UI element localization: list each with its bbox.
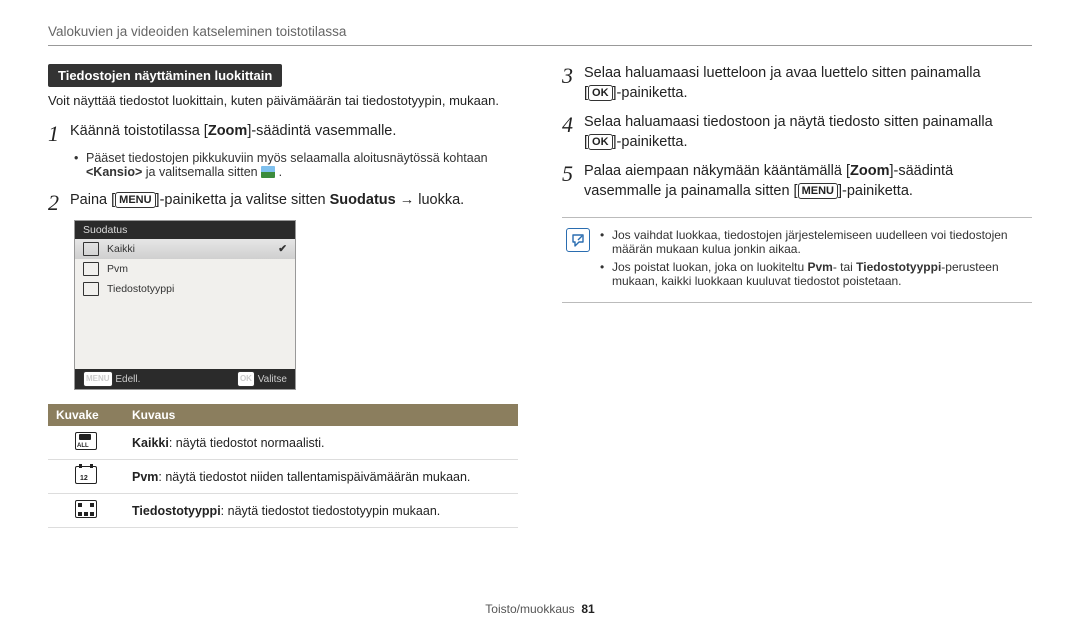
- menu-button-icon: MENU: [83, 371, 113, 387]
- arrow-icon: →: [396, 192, 419, 208]
- note-bold: Tiedostotyyppi: [856, 260, 941, 274]
- step-text: ]-säädintä: [889, 163, 953, 179]
- note-text: - tai: [833, 260, 856, 274]
- menu-row-selected: Kaikki ✔: [75, 239, 295, 259]
- step-2: 2 Paina [MENU]-painiketta ja valitse sit…: [48, 191, 518, 214]
- section-intro: Voit näyttää tiedostot luokittain, kuten…: [48, 93, 518, 108]
- step-number: 5: [562, 162, 584, 185]
- step-text: ]-painiketta.: [838, 183, 913, 199]
- filetype-icon: [75, 500, 97, 518]
- step-1-sub: • Pääset tiedostojen pikkukuviin myös se…: [74, 151, 518, 179]
- step-number: 1: [48, 122, 70, 145]
- menu-row-label: Tiedostotyyppi: [107, 283, 174, 295]
- all-icon: [75, 432, 97, 450]
- table-header: Kuvake: [48, 404, 124, 426]
- calendar-icon: [83, 262, 99, 276]
- ok-button-icon: OK: [237, 371, 255, 387]
- sub-bold: <Kansio>: [86, 165, 142, 179]
- row-desc: : näytä tiedostot normaalisti.: [169, 436, 325, 450]
- note-text: Jos vaihdat luokkaa, tiedostojen järjest…: [612, 228, 1028, 256]
- note-bold: Pvm: [807, 260, 832, 274]
- step-bold: Suodatus: [330, 192, 396, 208]
- icon-description-table: Kuvake Kuvaus Kaikki: näytä tiedostot no…: [48, 404, 518, 528]
- step-4: 4 Selaa haluamaasi tiedostoon ja näytä t…: [562, 113, 1032, 152]
- sub-text: Pääset tiedostojen pikkukuviin myös sela…: [86, 151, 488, 165]
- menu-button-icon: MENU: [798, 183, 838, 199]
- step-text: ]-painiketta ja valitse sitten: [156, 192, 330, 208]
- ok-button-icon: OK: [588, 134, 613, 150]
- step-bold: Zoom: [208, 123, 247, 139]
- menu-row-label: Kaikki: [107, 243, 135, 255]
- step-number: 2: [48, 191, 70, 214]
- section-title: Tiedostojen näyttäminen luokittain: [48, 64, 282, 87]
- row-desc: : näytä tiedostot niiden tallentamispäiv…: [158, 470, 470, 484]
- step-text: Selaa haluamaasi luetteloon ja avaa luet…: [584, 65, 981, 81]
- table-header: Kuvaus: [124, 404, 518, 426]
- table-row: Tiedostotyyppi: näytä tiedostot tiedosto…: [48, 494, 518, 528]
- step-text: Käännä toistotilassa [: [70, 123, 208, 139]
- row-desc: : näytä tiedostot tiedostotyypin mukaan.: [221, 504, 441, 518]
- check-icon: ✔: [278, 243, 287, 255]
- step-text: ]-painiketta.: [613, 85, 688, 101]
- page-footer: Toisto/muokkaus 81: [0, 602, 1080, 616]
- step-3: 3 Selaa haluamaasi luetteloon ja avaa lu…: [562, 64, 1032, 103]
- step-text: luokka.: [418, 192, 464, 208]
- step-number: 3: [562, 64, 584, 87]
- filetype-icon: [83, 282, 99, 296]
- step-text: Paina [: [70, 192, 115, 208]
- step-text: Selaa haluamaasi tiedostoon ja näytä tie…: [584, 114, 993, 130]
- camera-menu-screenshot: Suodatus Kaikki ✔ Pvm Tiedostotyyppi MEN…: [74, 220, 296, 390]
- menu-footer: MENU Edell. OK Valitse: [75, 369, 295, 389]
- page-header: Valokuvien ja videoiden katseleminen toi…: [48, 24, 1032, 46]
- note-icon: [566, 228, 590, 252]
- page-number: 81: [581, 602, 594, 616]
- row-term: Pvm: [132, 470, 158, 484]
- step-text: Palaa aiempaan näkymään kääntämällä [: [584, 163, 850, 179]
- step-bold: Zoom: [850, 163, 889, 179]
- footer-label: Edell.: [115, 374, 140, 385]
- left-column: Tiedostojen näyttäminen luokittain Voit …: [48, 64, 518, 528]
- menu-row: Tiedostotyyppi: [75, 279, 295, 299]
- menu-title: Suodatus: [75, 221, 295, 239]
- row-term: Tiedostotyyppi: [132, 504, 221, 518]
- calendar-icon: [75, 466, 97, 484]
- ok-button-icon: OK: [588, 85, 613, 101]
- right-column: 3 Selaa haluamaasi luetteloon ja avaa lu…: [562, 64, 1032, 528]
- footer-section: Toisto/muokkaus: [485, 602, 574, 616]
- note-text: Jos poistat luokan, joka on luokiteltu: [612, 260, 807, 274]
- step-1: 1 Käännä toistotilassa [Zoom]-säädintä v…: [48, 122, 518, 145]
- table-row: Pvm: näytä tiedostot niiden tallentamisp…: [48, 460, 518, 494]
- step-text: ]-säädintä vasemmalle.: [247, 123, 396, 139]
- menu-row: Pvm: [75, 259, 295, 279]
- footer-label: Valitse: [258, 374, 287, 385]
- step-text: ]-painiketta.: [613, 134, 688, 150]
- photo-icon: [261, 166, 275, 178]
- menu-row-label: Pvm: [107, 263, 128, 275]
- table-row: Kaikki: näytä tiedostot normaalisti.: [48, 426, 518, 460]
- step-text: vasemmalle ja painamalla sitten [: [584, 183, 798, 199]
- step-5: 5 Palaa aiempaan näkymään kääntämällä [Z…: [562, 162, 1032, 201]
- row-term: Kaikki: [132, 436, 169, 450]
- menu-button-icon: MENU: [115, 192, 155, 208]
- sub-text: ja valitsemalla sitten: [142, 165, 261, 179]
- note-box: •Jos vaihdat luokkaa, tiedostojen järjes…: [562, 217, 1032, 303]
- step-number: 4: [562, 113, 584, 136]
- all-icon: [83, 242, 99, 256]
